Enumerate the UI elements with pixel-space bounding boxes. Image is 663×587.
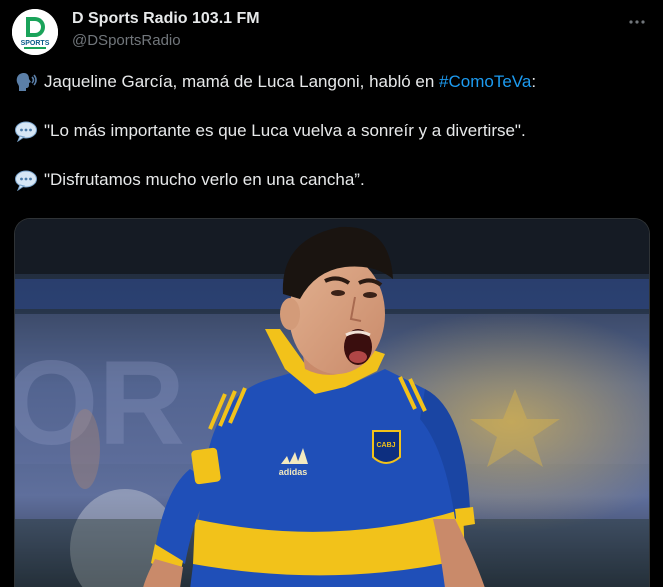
account-info: D Sports Radio 103.1 FM @DSportsRadio [72, 9, 260, 51]
tweet-card: SPORTS D Sports Radio 103.1 FM @DSportsR… [0, 0, 663, 587]
jersey-brand-text: adidas [279, 467, 308, 477]
account-handle[interactable]: @DSportsRadio [72, 31, 260, 51]
tweet-line-3-text: "Disfrutamos mucho verlo en una cancha”. [44, 170, 365, 189]
tweet-media-photo[interactable]: OR C [14, 218, 650, 587]
speech-balloon-icon [15, 121, 37, 142]
dsports-logo-icon: SPORTS [12, 9, 58, 55]
more-options-button[interactable] [625, 10, 649, 34]
avatar-logo-text: SPORTS [21, 40, 50, 47]
more-dots-icon [629, 20, 645, 24]
tweet-line-2: "Lo más importante es que Luca vuelva a … [14, 119, 650, 143]
speaking-head-icon [16, 73, 37, 91]
tweet-line-1-text: Jaqueline García, mamá de Luca Langoni, … [44, 72, 440, 91]
tweet-text: Jaqueline García, mamá de Luca Langoni, … [14, 70, 650, 192]
svg-text:CABJ: CABJ [376, 442, 395, 449]
player-photo: OR C [15, 219, 649, 587]
display-name[interactable]: D Sports Radio 103.1 FM [72, 9, 260, 29]
tweet-line-2-text: "Lo más importante es que Luca vuelva a … [44, 121, 526, 140]
league-patch-icon [191, 447, 221, 485]
hashtag-link[interactable]: #ComoTeVa [439, 72, 531, 91]
tweet-line-1: Jaqueline García, mamá de Luca Langoni, … [14, 70, 650, 94]
avatar[interactable]: SPORTS [12, 9, 58, 55]
tweet-line-3: "Disfrutamos mucho verlo en una cancha”. [14, 168, 650, 192]
speech-balloon-icon [15, 170, 37, 191]
tweet-line-1-end: : [531, 72, 537, 91]
